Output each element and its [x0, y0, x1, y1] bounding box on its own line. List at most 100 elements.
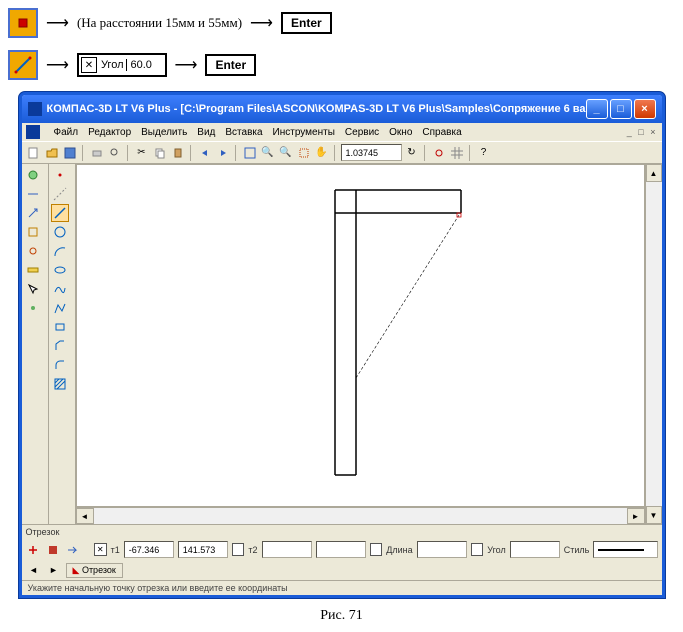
angle-checkbox[interactable]: [471, 543, 484, 556]
t2y-input[interactable]: [319, 544, 363, 556]
params-tool-icon[interactable]: [24, 242, 42, 260]
menu-service[interactable]: Сервис: [345, 127, 379, 138]
dimension-tool-icon[interactable]: [24, 185, 42, 203]
zoom-in-icon[interactable]: 🔍: [260, 145, 276, 161]
angle-input-box[interactable]: ✕ Угол 60.0: [77, 53, 167, 77]
refresh-icon[interactable]: ↻: [404, 145, 420, 161]
angle-checkbox[interactable]: ✕: [81, 57, 97, 73]
point-icon[interactable]: [51, 166, 69, 184]
polyline-icon[interactable]: [51, 299, 69, 317]
length-field[interactable]: [417, 541, 467, 558]
t1x-input[interactable]: [127, 544, 171, 556]
drawing-canvas[interactable]: [76, 164, 645, 507]
length-checkbox[interactable]: [370, 543, 383, 556]
snap-icon[interactable]: [431, 145, 447, 161]
zoom-fit-icon[interactable]: [242, 145, 258, 161]
menu-insert[interactable]: Вставка: [225, 127, 262, 138]
stop-icon[interactable]: [45, 542, 61, 558]
geometry-tool-icon[interactable]: [24, 166, 42, 184]
menu-view[interactable]: Вид: [197, 127, 215, 138]
ellipse-icon[interactable]: [51, 261, 69, 279]
new-icon[interactable]: [26, 145, 42, 161]
angle-input[interactable]: [513, 544, 557, 556]
maximize-button[interactable]: □: [610, 99, 632, 119]
t1x-field[interactable]: [124, 541, 174, 558]
enter-button[interactable]: Enter: [281, 12, 332, 34]
arrow-icon: ⟶: [46, 55, 69, 75]
aux-line-icon[interactable]: [51, 185, 69, 203]
menu-window[interactable]: Окно: [389, 127, 412, 138]
vertical-scrollbar[interactable]: ▲ ▼: [645, 164, 662, 524]
zoom-input[interactable]: [344, 147, 388, 159]
menu-tools[interactable]: Инструменты: [273, 127, 335, 138]
t2-checkbox[interactable]: [232, 543, 245, 556]
style-field[interactable]: [593, 541, 657, 558]
scroll-track[interactable]: [646, 182, 662, 506]
zoom-field[interactable]: [341, 144, 402, 161]
pan-icon[interactable]: ✋: [314, 145, 330, 161]
left-toolbar-2: [49, 164, 76, 524]
minimize-button[interactable]: _: [586, 99, 608, 119]
arc-icon[interactable]: [51, 242, 69, 260]
redo-icon[interactable]: [215, 145, 231, 161]
grid-icon[interactable]: [449, 145, 465, 161]
cut-icon[interactable]: ✂: [134, 145, 150, 161]
other-tool-icon[interactable]: [24, 299, 42, 317]
t1y-field[interactable]: [178, 541, 228, 558]
tab-prev-icon[interactable]: ◄: [26, 562, 42, 578]
chamfer-icon[interactable]: [51, 337, 69, 355]
t2x-input[interactable]: [265, 544, 309, 556]
autocreate-icon[interactable]: [65, 542, 81, 558]
t2y-field[interactable]: [316, 541, 366, 558]
zoom-window-icon[interactable]: [296, 145, 312, 161]
symbols-tool-icon[interactable]: [24, 204, 42, 222]
t1y-input[interactable]: [181, 544, 225, 556]
menu-edit[interactable]: Редактор: [88, 127, 131, 138]
rect-icon[interactable]: [51, 318, 69, 336]
arrow-icon: ⟶: [175, 55, 198, 75]
circle-icon[interactable]: [51, 223, 69, 241]
t1-label: т1: [111, 545, 120, 555]
preview-icon[interactable]: [107, 145, 123, 161]
close-button[interactable]: ×: [634, 99, 656, 119]
apply-icon[interactable]: [26, 542, 42, 558]
scroll-left-icon[interactable]: ◄: [76, 508, 94, 524]
tab-next-icon[interactable]: ►: [46, 562, 62, 578]
scroll-right-icon[interactable]: ►: [627, 508, 645, 524]
fillet-icon[interactable]: [51, 356, 69, 374]
t1-checkbox[interactable]: ✕: [94, 543, 107, 556]
open-icon[interactable]: [44, 145, 60, 161]
titlebar[interactable]: КОМПАС-3D LT V6 Plus - [C:\Program Files…: [22, 95, 662, 123]
help-icon[interactable]: ?: [476, 145, 492, 161]
enter-button[interactable]: Enter: [205, 54, 256, 76]
save-icon[interactable]: [62, 145, 78, 161]
scroll-up-icon[interactable]: ▲: [646, 164, 662, 182]
menu-help[interactable]: Справка: [422, 127, 461, 138]
measure-tool-icon[interactable]: [24, 261, 42, 279]
copy-icon[interactable]: [152, 145, 168, 161]
property-row: ✕ т1 т2 Длина Угол Стиль: [22, 539, 662, 560]
arrow-icon: ⟶: [250, 13, 273, 33]
length-input[interactable]: [420, 544, 464, 556]
spline-icon[interactable]: [51, 280, 69, 298]
horizontal-scrollbar[interactable]: ◄ ►: [76, 507, 645, 524]
segment-icon[interactable]: [51, 204, 69, 222]
property-panel: Отрезок ✕ т1 т2 Длина Угол: [22, 524, 662, 580]
print-icon[interactable]: [89, 145, 105, 161]
scroll-down-icon[interactable]: ▼: [646, 506, 662, 524]
menu-file[interactable]: Файл: [54, 127, 79, 138]
angle-value[interactable]: 60.0: [126, 59, 165, 71]
undo-icon[interactable]: [197, 145, 213, 161]
scroll-track[interactable]: [94, 508, 627, 524]
angle-label: Угол: [99, 59, 126, 71]
select-tool-icon[interactable]: [24, 280, 42, 298]
zoom-out-icon[interactable]: 🔍: [278, 145, 294, 161]
t2x-field[interactable]: [262, 541, 312, 558]
hatch-icon[interactable]: [51, 375, 69, 393]
mdi-controls[interactable]: _ □ ×: [627, 127, 658, 137]
paste-icon[interactable]: [170, 145, 186, 161]
menu-select[interactable]: Выделить: [141, 127, 187, 138]
tab-segment[interactable]: ◣ Отрезок: [66, 563, 123, 578]
angle-field[interactable]: [510, 541, 560, 558]
edit-tool-icon[interactable]: [24, 223, 42, 241]
